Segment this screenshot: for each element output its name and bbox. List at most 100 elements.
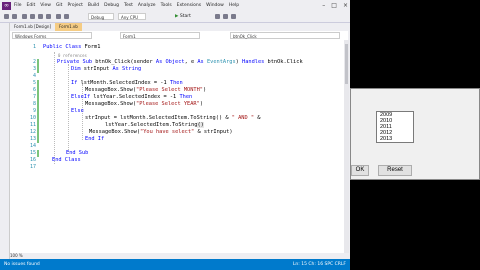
change-marker xyxy=(37,129,39,136)
menu-analyze[interactable]: Analyze xyxy=(138,2,156,10)
change-marker xyxy=(37,66,39,73)
code-text: & strInput) xyxy=(194,129,233,135)
code-line-9: Else xyxy=(71,108,84,115)
code-line-6: MessageBox.Show("Please Select MONTH") xyxy=(85,87,206,94)
keyword: Public Class xyxy=(43,44,82,50)
menu-extensions[interactable]: Extensions xyxy=(177,2,201,10)
type-name: String xyxy=(118,66,142,72)
code-editor[interactable]: 1 2 3 4 5 6 7 8 9 10 11 12 13 14 15 16 1… xyxy=(10,40,344,253)
start-button[interactable]: ▶ Start xyxy=(175,13,191,20)
undo-icon[interactable] xyxy=(56,14,61,19)
toolbar-tool-icon[interactable] xyxy=(231,14,236,19)
line-number: 14 xyxy=(29,143,36,149)
menu-window[interactable]: Window xyxy=(206,2,224,10)
change-marker xyxy=(37,80,39,87)
configuration-select[interactable]: Debug xyxy=(88,13,114,20)
change-marker xyxy=(37,101,39,108)
editor-scrollbar[interactable] xyxy=(344,40,349,253)
string-literal: " AND " xyxy=(231,115,255,121)
maximize-icon[interactable]: □ xyxy=(331,1,337,11)
menu-view[interactable]: View xyxy=(40,2,51,10)
menu-debug[interactable]: Debug xyxy=(104,2,119,10)
forward-icon[interactable] xyxy=(12,14,17,19)
menu-edit[interactable]: Edit xyxy=(27,2,36,10)
line-number: 17 xyxy=(29,164,36,170)
type-name: EventArgs xyxy=(203,59,236,65)
window-controls: – □ × xyxy=(322,1,348,11)
visual-studio-window: ∞ File Edit View Git Project Build Debug… xyxy=(0,0,350,270)
menu-test[interactable]: Test xyxy=(124,2,133,10)
menu-git[interactable]: Git xyxy=(56,2,63,10)
code-line-16: End Class xyxy=(52,157,81,163)
toolbox-strip[interactable] xyxy=(0,23,10,259)
keyword: Dim xyxy=(71,66,81,72)
save-all-icon[interactable] xyxy=(46,14,51,19)
code-line-3: Dim strInput As String xyxy=(71,66,141,73)
line-number: 10 xyxy=(29,115,36,121)
line-number: 12 xyxy=(29,129,36,135)
ok-button[interactable]: OK xyxy=(351,165,369,176)
status-text: No issues found xyxy=(4,262,40,267)
line-number: 2 xyxy=(32,59,36,65)
menu-bar: File Edit View Git Project Build Debug T… xyxy=(14,2,239,10)
line-number: 9 xyxy=(32,108,36,114)
minimize-icon[interactable]: – xyxy=(322,1,325,11)
code-line-12: MessageBox.Show("You have select" & strI… xyxy=(89,129,233,136)
scrollbar-thumb[interactable] xyxy=(345,44,348,84)
project-dropdown[interactable]: Windows Forms xyxy=(12,32,92,39)
platform-select[interactable]: Any CPU xyxy=(118,13,146,20)
status-bar: No issues found Ln: 15 Ch: 16 SPC CRLF xyxy=(0,259,350,270)
start-label: Start xyxy=(179,14,191,19)
play-icon: ▶ xyxy=(175,14,179,19)
menu-file[interactable]: File xyxy=(14,2,22,10)
change-marker xyxy=(37,122,39,129)
tab-form-code[interactable]: Form1.vb xyxy=(55,23,82,31)
toolbar-tool-icon[interactable] xyxy=(223,14,228,19)
save-icon[interactable] xyxy=(38,14,43,19)
year-listbox[interactable]: 2009 2010 2011 2012 2013 xyxy=(376,111,414,143)
line-number: 1 xyxy=(32,44,36,50)
keyword: Else xyxy=(71,108,84,114)
back-icon[interactable] xyxy=(4,14,9,19)
code-text: MessageBox.Show( xyxy=(85,101,137,107)
code-line-15: End Sub xyxy=(66,150,89,156)
menu-help[interactable]: Help xyxy=(229,2,239,10)
new-file-icon[interactable] xyxy=(22,14,27,19)
toolbar-tool-icon[interactable] xyxy=(215,14,220,19)
line-number: 7 xyxy=(32,94,36,100)
change-marker xyxy=(37,59,39,66)
cursor-position: Ln: 15 Ch: 16 SPC CRLF xyxy=(292,262,346,267)
code-line-11: lstYear.SelectedItem.ToString() xyxy=(105,122,204,129)
string-literal: "Please Select YEAR" xyxy=(136,101,200,107)
line-number: 3 xyxy=(32,66,36,72)
class-dropdown[interactable]: Form1 xyxy=(120,32,200,39)
code-lens-references[interactable]: 0 references xyxy=(58,52,87,59)
zoom-level[interactable]: 100 % xyxy=(10,253,23,258)
menu-tools[interactable]: Tools xyxy=(161,2,172,10)
menu-build[interactable]: Build xyxy=(88,2,99,10)
close-icon[interactable]: × xyxy=(343,1,348,11)
line-number: 6 xyxy=(32,87,36,93)
visual-studio-logo-icon: ∞ xyxy=(2,2,11,10)
code-text: lstYear.SelectedItem.ToString xyxy=(105,122,198,128)
reset-button[interactable]: Reset xyxy=(378,165,412,176)
change-marker xyxy=(37,94,39,101)
code-text: btnOk_Click(sender xyxy=(92,59,156,65)
member-dropdown[interactable]: btnOk_Click xyxy=(230,32,340,39)
keyword: Handles xyxy=(242,59,265,65)
redo-icon[interactable] xyxy=(64,14,69,19)
line-number: 8 xyxy=(32,101,36,107)
code-text: , e xyxy=(184,59,198,65)
code-line-10: strInput = lstMonth.SelectedItem.ToStrin… xyxy=(85,115,260,122)
open-file-icon[interactable] xyxy=(30,14,35,19)
string-literal: "Please Select MONTH" xyxy=(136,87,204,93)
tab-form-design[interactable]: Form1.vb [Design] xyxy=(10,23,56,31)
change-marker xyxy=(37,87,39,94)
code-line-2: Private Sub btnOk_Click(sender As Object… xyxy=(57,59,303,66)
code-line-13: End If xyxy=(85,136,105,142)
menu-project[interactable]: Project xyxy=(67,2,82,10)
list-item[interactable]: 2013 xyxy=(377,136,413,142)
line-number-gutter: 1 2 3 4 5 6 7 8 9 10 11 12 13 14 15 16 1… xyxy=(10,40,38,253)
title-bar: ∞ File Edit View Git Project Build Debug… xyxy=(0,0,350,12)
indent-guide xyxy=(54,52,55,164)
